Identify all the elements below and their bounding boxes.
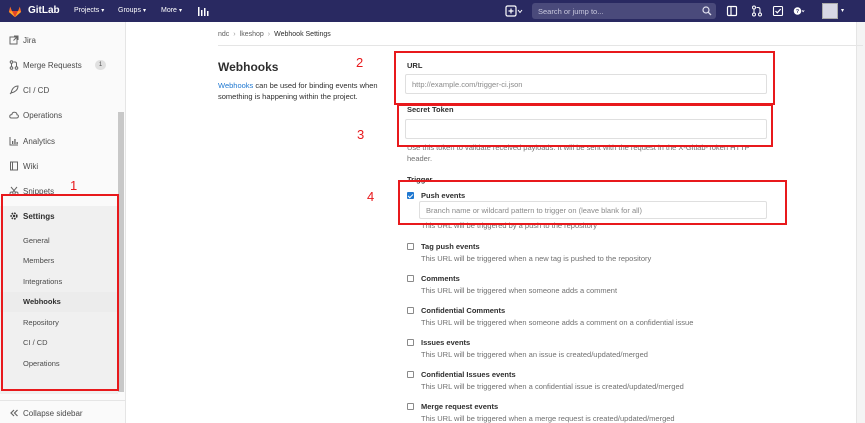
help-icon[interactable]: ? — [793, 5, 805, 17]
double-chevron-left-icon — [10, 409, 18, 417]
rocket-icon — [9, 85, 19, 95]
sidebar-item-label: Analytics — [23, 137, 56, 146]
page-title: Webhooks — [218, 60, 279, 74]
sidebar-item-label: Wiki — [23, 162, 39, 171]
more-menu[interactable]: More ▾ — [161, 7, 182, 14]
sidebar-item-analytics[interactable]: Analytics — [0, 132, 118, 152]
chevron-right-icon: › — [267, 31, 271, 38]
event-desc: This URL will be triggered when a new ta… — [421, 254, 652, 263]
event-title: Tag push events — [421, 242, 480, 251]
annotation-box-4 — [398, 180, 787, 225]
breadcrumb-item-project[interactable]: lkeshop — [240, 31, 264, 38]
count-badge: 1 — [95, 60, 106, 70]
sidebar-item-jira[interactable]: Jira — [0, 31, 118, 51]
search-input[interactable]: Search or jump to... — [532, 3, 716, 19]
gitlab-logo-icon[interactable] — [8, 4, 22, 18]
todo-check-icon[interactable] — [772, 5, 784, 17]
merge-requests-icon[interactable] — [751, 5, 763, 17]
projects-menu-label: Projects — [74, 7, 100, 14]
chevron-down-icon: ▾ — [142, 8, 146, 14]
sidebar-item-label: CI / CD — [23, 86, 50, 95]
breadcrumb: ndc › lkeshop › Webhook Settings — [218, 31, 331, 38]
more-menu-label: More — [161, 7, 177, 14]
search-placeholder: Search or jump to... — [538, 7, 604, 16]
external-link-icon — [9, 35, 19, 45]
confidential-comments-checkbox[interactable] — [407, 307, 414, 314]
merge-request-icon — [9, 60, 19, 70]
chevron-right-icon: › — [233, 31, 236, 38]
chevron-down-icon: ▾ — [178, 8, 182, 14]
event-title: Issues events — [421, 338, 471, 347]
event-title: Merge request events — [421, 402, 499, 411]
user-avatar[interactable] — [822, 3, 838, 19]
sidebar-toggle-icon[interactable] — [726, 5, 738, 17]
comments-checkbox[interactable] — [407, 275, 414, 282]
annotation-box-3 — [397, 104, 773, 147]
annotation-number-2: 2 — [356, 55, 364, 70]
event-title: Confidential Comments — [421, 306, 506, 315]
sidebar-item-ci-cd[interactable]: CI / CD — [0, 81, 118, 101]
chevron-down-icon: ▾ — [101, 8, 105, 14]
groups-menu-label: Groups — [118, 7, 141, 14]
book-icon — [10, 161, 18, 171]
activity-chart-icon[interactable] — [197, 5, 209, 17]
chevron-down-icon[interactable]: ▾ — [841, 7, 844, 14]
event-title: Comments — [421, 274, 460, 283]
webhooks-doc-link[interactable]: Webhooks — [218, 81, 253, 90]
collapse-sidebar-button[interactable]: Collapse sidebar — [0, 400, 126, 423]
sidebar-item-merge-requests[interactable]: Merge Requests 1 — [0, 56, 118, 76]
new-item-plus-icon[interactable] — [505, 5, 523, 17]
divider — [218, 45, 863, 46]
tag-push-events-checkbox[interactable] — [407, 243, 414, 250]
page-scrollbar[interactable] — [856, 22, 865, 423]
issues-events-checkbox[interactable] — [407, 339, 414, 346]
projects-menu[interactable]: Projects ▾ — [74, 7, 104, 14]
sidebar-item-label: Merge Requests — [23, 61, 82, 70]
event-title: Confidential Issues events — [421, 370, 516, 379]
chart-icon — [9, 137, 18, 146]
groups-menu[interactable]: Groups ▾ — [118, 7, 146, 14]
annotation-number-4: 4 — [367, 189, 375, 204]
page-description: Webhooks can be used for binding events … — [218, 80, 398, 102]
collapse-sidebar-label: Collapse sidebar — [23, 409, 83, 418]
breadcrumb-item-current[interactable]: Webhook Settings — [274, 31, 331, 38]
top-navbar: GitLab Projects ▾ Groups ▾ More ▾ Search or… — [0, 0, 865, 22]
sidebar-item-operations[interactable]: Operations — [0, 106, 118, 126]
sidebar-item-wiki[interactable]: Wiki — [0, 157, 118, 177]
annotation-number-3: 3 — [357, 127, 365, 142]
event-desc: This URL will be triggered when someone … — [421, 318, 694, 327]
event-desc: This URL will be triggered when a confid… — [421, 382, 684, 391]
event-desc: This URL will be triggered when an issue… — [421, 350, 648, 359]
annotation-box-1 — [1, 194, 119, 391]
annotation-number-1: 1 — [70, 178, 78, 193]
sidebar-item-label: Jira — [23, 36, 36, 45]
annotation-box-2 — [394, 51, 775, 105]
event-desc: This URL will be triggered when a merge … — [421, 414, 675, 423]
merge-request-events-checkbox[interactable] — [407, 403, 414, 410]
search-icon — [702, 6, 712, 16]
svg-text:?: ? — [796, 9, 799, 15]
sidebar-item-label: Operations — [23, 111, 63, 120]
cloud-icon — [9, 111, 19, 119]
confidential-issues-events-checkbox[interactable] — [407, 371, 414, 378]
brand-name[interactable]: GitLab — [28, 5, 60, 16]
breadcrumb-item-group[interactable]: ndc — [218, 31, 229, 38]
event-desc: This URL will be triggered when someone … — [421, 286, 618, 295]
